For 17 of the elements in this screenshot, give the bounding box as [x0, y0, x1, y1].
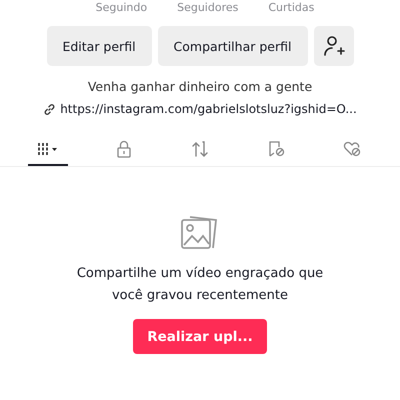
stat-label: Curtidas: [268, 0, 314, 16]
upload-button[interactable]: Realizar upl...: [133, 319, 267, 354]
bio-text: Venha ganhar dinheiro com a gente: [86, 79, 314, 94]
add-person-icon: [322, 35, 344, 57]
lock-icon: [116, 140, 132, 158]
stat-label: Seguidores: [177, 0, 238, 16]
empty-message: Compartilhe um vídeo engraçado que você gravou recentemente: [76, 265, 324, 305]
link-icon: [43, 102, 56, 116]
profile-button[interactable]: Editar perfil: [46, 26, 152, 66]
repost-icon: [191, 140, 209, 158]
bookmark-icon: [267, 140, 285, 158]
profile-button[interactable]: Compartilhar perfil: [158, 26, 308, 66]
grid-icon: [37, 142, 59, 156]
profile-link[interactable]: https://instagram.com/gabrielslotsluz?igshid=O...: [60, 102, 357, 116]
heart-icon: [343, 140, 361, 158]
add-friend-button[interactable]: [314, 26, 354, 66]
stat-label: Seguindo: [96, 0, 148, 16]
